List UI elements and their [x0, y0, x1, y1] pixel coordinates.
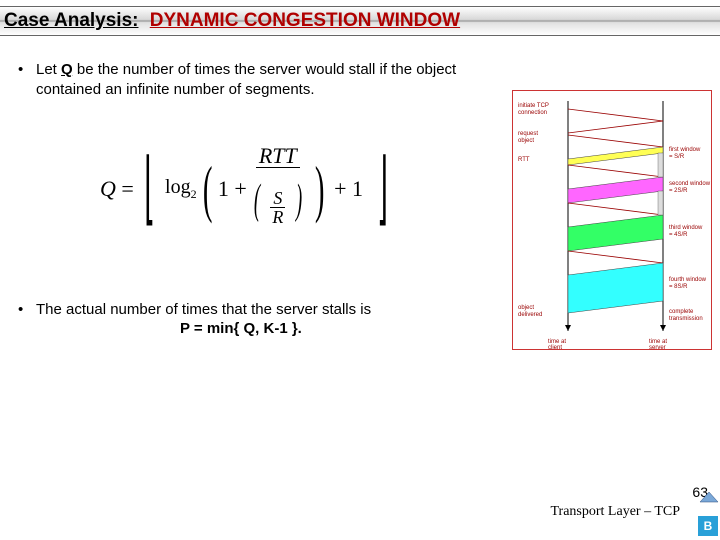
lbl-cl: client: [548, 345, 562, 351]
lbl-w1: first window: [669, 147, 701, 153]
bullet-dot: •: [18, 60, 36, 101]
bullet-1-text: Let Q be the number of times the server …: [36, 60, 498, 101]
title-part2: DYNAMIC CONGESTION WINDOW: [144, 10, 460, 31]
lbl-req2: object: [518, 138, 534, 144]
badge-label: B: [704, 519, 713, 533]
paren-left-icon: (: [202, 157, 212, 221]
bullet-dot: •: [18, 300, 36, 320]
bullet-list-2: • The actual number of times that the se…: [18, 300, 498, 320]
formula-log: log2: [165, 176, 197, 202]
lbl-init1: initiate TCP: [518, 103, 549, 109]
footer-label: Transport Layer – TCP: [551, 504, 681, 520]
formula-log-text: log: [165, 176, 191, 198]
lbl-obj: object: [518, 305, 534, 311]
lbl-deliv: delivered: [518, 312, 542, 318]
p-equation: P = min{ Q, K-1 }.: [180, 320, 302, 337]
bullet-2-text: The actual number of times that the serv…: [36, 300, 371, 320]
slide-title: Case Analysis: DYNAMIC CONGESTION WINDOW: [0, 10, 460, 32]
up-arrow-icon[interactable]: [698, 490, 720, 504]
lbl-req1: request: [518, 131, 538, 137]
formula-S: S: [270, 189, 285, 208]
bullet1-Q: Q: [61, 61, 73, 78]
lbl-w4: fourth window: [669, 277, 707, 283]
lbl-comp: complete: [669, 309, 694, 315]
bullet-list-1: • Let Q be the number of times the serve…: [18, 60, 498, 111]
bullet-2: • The actual number of times that the se…: [18, 300, 498, 320]
formula-eq: =: [116, 176, 134, 201]
formula: Q = ⌊ log2 ( 1 + RTT ( S R ) ) + 1 ⌋: [100, 145, 398, 232]
timing-diagram: initiate TCP connection request object R…: [512, 90, 712, 350]
lbl-w2: second window: [669, 181, 711, 187]
slide: Case Analysis: DYNAMIC CONGESTION WINDOW…: [0, 0, 720, 540]
lbl-w3: third window: [669, 225, 703, 231]
lbl-trans: transmission: [669, 316, 703, 322]
inner-paren-left-icon: (: [254, 168, 260, 232]
badge-button[interactable]: B: [698, 516, 718, 536]
lbl-rtt: RTT: [518, 157, 530, 163]
paren-right-icon: ): [315, 157, 325, 221]
lbl-w1b: = S/R: [669, 154, 685, 160]
formula-plus1: + 1: [330, 176, 367, 202]
bullet1-pre: Let: [36, 61, 61, 78]
floor-right-icon: ⌋: [377, 149, 388, 229]
inner-paren-right-icon: ): [296, 168, 302, 232]
floor-left-icon: ⌊: [144, 149, 155, 229]
title-part1: Case Analysis:: [4, 10, 138, 31]
timing-diagram-svg: initiate TCP connection request object R…: [513, 91, 713, 351]
bullet-1: • Let Q be the number of times the serve…: [18, 60, 498, 101]
lbl-init2: connection: [518, 110, 547, 116]
formula-outer-frac: RTT ( S R ): [247, 145, 309, 232]
lbl-sv: server: [649, 345, 666, 351]
formula-R: R: [269, 208, 286, 228]
lbl-w2b: = 2S/R: [669, 188, 688, 194]
bullet1-post: be the number of times the server would …: [36, 61, 456, 98]
formula-one-plus: 1 +: [218, 176, 247, 202]
formula-rtt: RTT: [256, 145, 300, 168]
formula-inner-frac: S R: [269, 189, 286, 228]
formula-lhs: Q =: [100, 176, 134, 202]
lbl-w4b: = 8S/R: [669, 284, 688, 290]
formula-log-sub: 2: [191, 187, 197, 201]
title-bar: Case Analysis: DYNAMIC CONGESTION WINDOW: [0, 6, 720, 36]
lbl-w3b: = 4S/R: [669, 232, 688, 238]
formula-inner-frac-wrap: ( S R ): [247, 168, 309, 232]
formula-Q: Q: [100, 176, 116, 201]
